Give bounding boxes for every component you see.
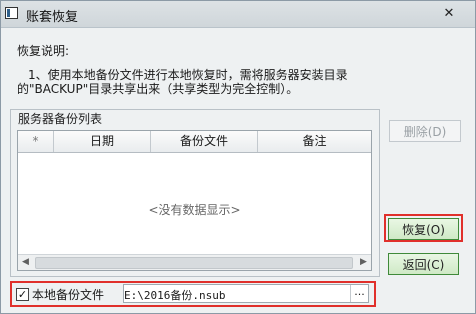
scroll-thumb[interactable] [35,257,353,269]
grid-header: * 日期 备份文件 备注 [18,131,371,153]
back-button[interactable]: 返回(C) [388,253,459,275]
local-backup-checkbox[interactable]: ✓ [16,288,29,301]
backup-path-field[interactable]: E:\2016备份.nsub ... [123,284,369,303]
browse-button[interactable]: ... [350,285,368,302]
close-icon[interactable]: ✕ [432,6,466,22]
window-title: 账套恢复 [26,10,79,25]
horizontal-scrollbar[interactable]: ◀ ▶ [18,254,371,270]
title-bar: 账套恢复 ✕ [1,1,475,28]
backup-path-value: E:\2016备份.nsub [124,289,226,302]
restore-button[interactable]: 恢复(O) [388,218,459,240]
local-backup-label[interactable]: 本地备份文件 [32,286,104,303]
restore-dialog: 账套恢复 ✕ 恢复说明: 1、使用本地备份文件进行本地恢复时，需将服务器安装目录… [0,0,476,314]
column-header-indicator[interactable]: * [18,131,54,152]
column-header-note[interactable]: 备注 [258,131,371,152]
description-line: 的"BACKUP"目录共享出来（共享类型为完全控制）。 [17,82,299,96]
scroll-right-icon[interactable]: ▶ [356,255,371,270]
group-label: 服务器备份列表 [18,112,103,126]
delete-button[interactable]: 删除(D) [389,120,461,142]
description-title: 恢复说明: [17,44,70,58]
empty-message: <没有数据显示> [148,203,241,217]
column-header-backup-file[interactable]: 备份文件 [151,131,258,152]
scroll-left-icon[interactable]: ◀ [18,255,33,270]
app-icon [5,7,18,19]
column-header-date[interactable]: 日期 [54,131,151,152]
server-backup-list-group: 服务器备份列表 * 日期 备份文件 备注 <没有数据显示> ◀ ▶ [10,109,380,277]
backup-list-grid[interactable]: * 日期 备份文件 备注 <没有数据显示> ◀ ▶ [17,130,372,271]
